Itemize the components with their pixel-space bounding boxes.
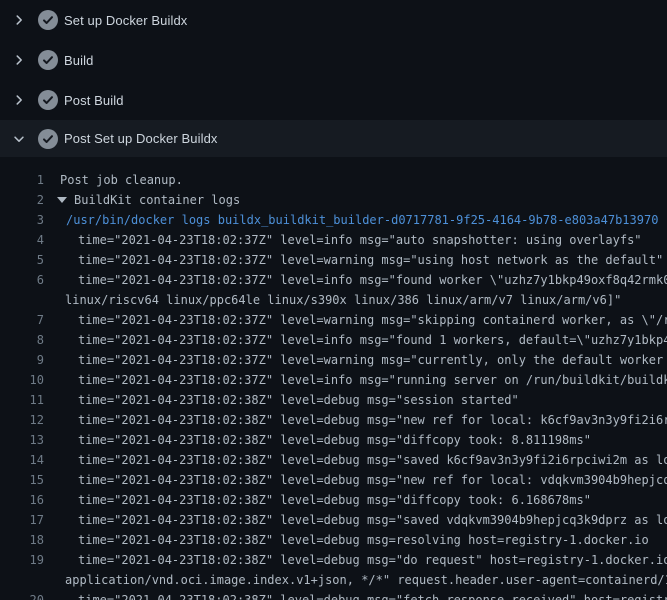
line-number[interactable]: 2: [0, 190, 44, 210]
line-number[interactable]: 5: [0, 250, 44, 270]
log-line: 7 time="2021-04-23T18:02:37Z" level=warni…: [0, 310, 667, 330]
log-text: time="2021-04-23T18:02:37Z" level=warnin…: [78, 250, 663, 270]
log-text: time="2021-04-23T18:02:38Z" level=debug …: [78, 470, 667, 490]
check-circle-icon: [38, 90, 58, 110]
line-number[interactable]: 15: [0, 470, 44, 490]
log-text: time="2021-04-23T18:02:38Z" level=debug …: [78, 410, 667, 430]
line-number[interactable]: 18: [0, 530, 44, 550]
line-number: [0, 570, 44, 590]
step-header-post-set-up-docker-buildx[interactable]: Post Set up Docker Buildx: [0, 120, 667, 157]
log-line: 11 time="2021-04-23T18:02:38Z" level=debu…: [0, 390, 667, 410]
line-number[interactable]: 4: [0, 230, 44, 250]
check-circle-icon: [38, 129, 58, 149]
line-number[interactable]: 9: [0, 350, 44, 370]
step-label: Post Set up Docker Buildx: [64, 132, 218, 145]
log-text: time="2021-04-23T18:02:37Z" level=info m…: [78, 330, 667, 350]
log-text: time="2021-04-23T18:02:37Z" level=warnin…: [78, 310, 667, 330]
step-header-set-up-docker-buildx[interactable]: Set up Docker Buildx: [0, 0, 667, 40]
log-line: 12 time="2021-04-23T18:02:38Z" level=debu…: [0, 410, 667, 430]
log-text: time="2021-04-23T18:02:38Z" level=debug …: [78, 430, 591, 450]
log-text: time="2021-04-23T18:02:37Z" level=info m…: [78, 370, 667, 390]
line-number[interactable]: 10: [0, 370, 44, 390]
log-line: 5 time="2021-04-23T18:02:37Z" level=warni…: [0, 250, 667, 270]
line-number[interactable]: 16: [0, 490, 44, 510]
steps-list: Set up Docker Buildx Build Post Build Post …: [0, 0, 667, 157]
chevron-down-icon: [12, 132, 26, 146]
log-line: linux/riscv64 linux/ppc64le linux/s390x …: [0, 290, 667, 310]
log-text: time="2021-04-23T18:02:38Z" level=debug …: [78, 550, 667, 570]
line-number[interactable]: 14: [0, 450, 44, 470]
log-line: 15 time="2021-04-23T18:02:38Z" level=debu…: [0, 470, 667, 490]
log-line: 4 time="2021-04-23T18:02:37Z" level=info …: [0, 230, 667, 250]
log-command: /usr/bin/docker logs buildx_buildkit_bui…: [66, 210, 658, 230]
check-circle-icon: [38, 50, 58, 70]
line-number[interactable]: 7: [0, 310, 44, 330]
log-line: application/vnd.oci.image.index.v1+json,…: [0, 570, 667, 590]
check-circle-icon: [38, 10, 58, 30]
log-text: Post job cleanup.: [60, 170, 183, 190]
actions-log-viewer: Set up Docker Buildx Build Post Build Post …: [0, 0, 667, 600]
log-line: 13 time="2021-04-23T18:02:38Z" level=debu…: [0, 430, 667, 450]
line-number[interactable]: 11: [0, 390, 44, 410]
log-line: 3/usr/bin/docker logs buildx_buildkit_bu…: [0, 210, 667, 230]
log-line: 20 time="2021-04-23T18:02:38Z" level=debu…: [0, 590, 667, 600]
step-header-post-build[interactable]: Post Build: [0, 80, 667, 120]
log-group-header[interactable]: BuildKit container logs: [57, 190, 240, 210]
line-number[interactable]: 12: [0, 410, 44, 430]
chevron-right-icon: [12, 93, 26, 107]
log-text: time="2021-04-23T18:02:38Z" level=debug …: [78, 490, 591, 510]
log-line: 14 time="2021-04-23T18:02:38Z" level=debu…: [0, 450, 667, 470]
log-text: time="2021-04-23T18:02:38Z" level=debug …: [78, 530, 649, 550]
chevron-right-icon: [12, 53, 26, 67]
step-header-build[interactable]: Build: [0, 40, 667, 80]
line-number[interactable]: 3: [0, 210, 44, 230]
step-label: Set up Docker Buildx: [64, 14, 187, 27]
log-text: time="2021-04-23T18:02:38Z" level=debug …: [78, 510, 667, 530]
log-line: 1 Post job cleanup.: [0, 170, 667, 190]
line-number[interactable]: 20: [0, 590, 44, 600]
line-number: [0, 290, 44, 310]
line-number[interactable]: 1: [0, 170, 44, 190]
step-label: Build: [64, 54, 93, 67]
log-area: 1 Post job cleanup. 2 BuildKit container lo…: [0, 157, 667, 600]
line-number[interactable]: 19: [0, 550, 44, 570]
chevron-right-icon: [12, 13, 26, 27]
log-line: 10 time="2021-04-23T18:02:37Z" level=info…: [0, 370, 667, 390]
line-number[interactable]: 6: [0, 270, 44, 290]
log-line: 6 time="2021-04-23T18:02:37Z" level=info …: [0, 270, 667, 290]
log-text: time="2021-04-23T18:02:37Z" level=warnin…: [78, 350, 667, 370]
log-text: time="2021-04-23T18:02:38Z" level=debug …: [78, 450, 667, 470]
log-line: 2 BuildKit container logs: [0, 190, 667, 210]
log-text: time="2021-04-23T18:02:37Z" level=info m…: [78, 270, 667, 290]
line-number[interactable]: 17: [0, 510, 44, 530]
log-line: 16 time="2021-04-23T18:02:38Z" level=debu…: [0, 490, 667, 510]
log-text: time="2021-04-23T18:02:38Z" level=debug …: [78, 590, 667, 600]
log-text: time="2021-04-23T18:02:38Z" level=debug …: [78, 390, 519, 410]
log-text: application/vnd.oci.image.index.v1+json,…: [65, 570, 667, 590]
log-line: 9 time="2021-04-23T18:02:37Z" level=warni…: [0, 350, 667, 370]
group-title: BuildKit container logs: [74, 190, 240, 210]
log-line: 18 time="2021-04-23T18:02:38Z" level=debu…: [0, 530, 667, 550]
triangle-down-icon: [57, 197, 67, 203]
log-text: time="2021-04-23T18:02:37Z" level=info m…: [78, 230, 642, 250]
log-line: 8 time="2021-04-23T18:02:37Z" level=info …: [0, 330, 667, 350]
step-label: Post Build: [64, 94, 124, 107]
log-text: linux/riscv64 linux/ppc64le linux/s390x …: [65, 290, 621, 310]
line-number[interactable]: 8: [0, 330, 44, 350]
log-line: 19 time="2021-04-23T18:02:38Z" level=debu…: [0, 550, 667, 570]
line-number[interactable]: 13: [0, 430, 44, 450]
log-line: 17 time="2021-04-23T18:02:38Z" level=debu…: [0, 510, 667, 530]
